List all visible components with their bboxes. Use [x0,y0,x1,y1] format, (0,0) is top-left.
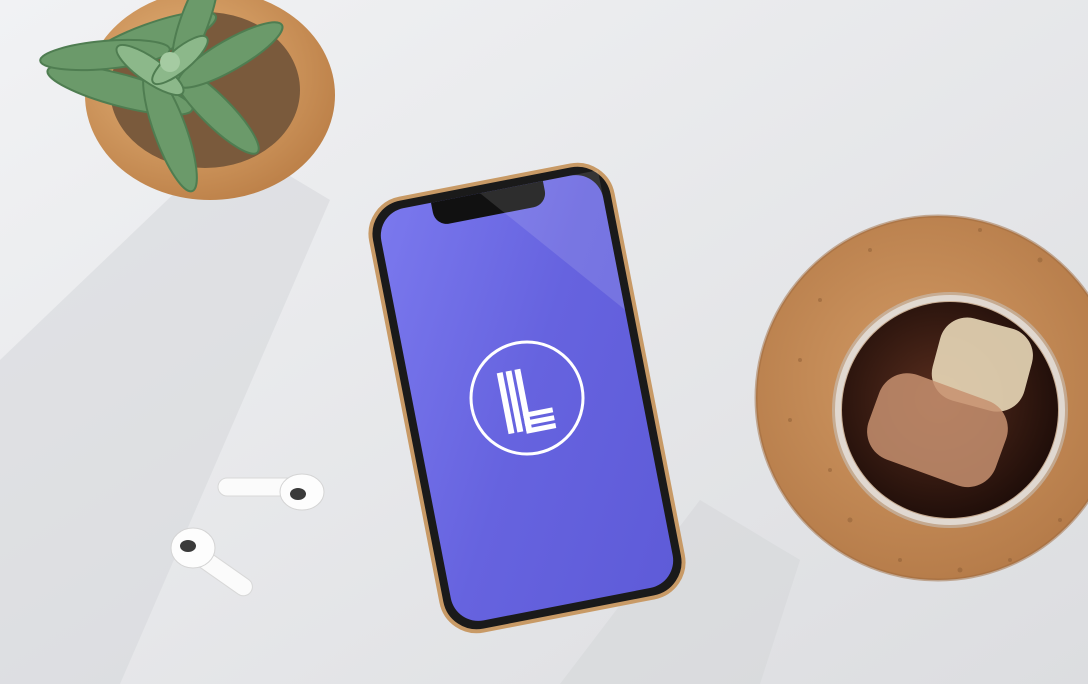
succulent-center [160,52,180,72]
iced-coffee-glass [832,292,1068,528]
desk-scene [0,0,1088,684]
